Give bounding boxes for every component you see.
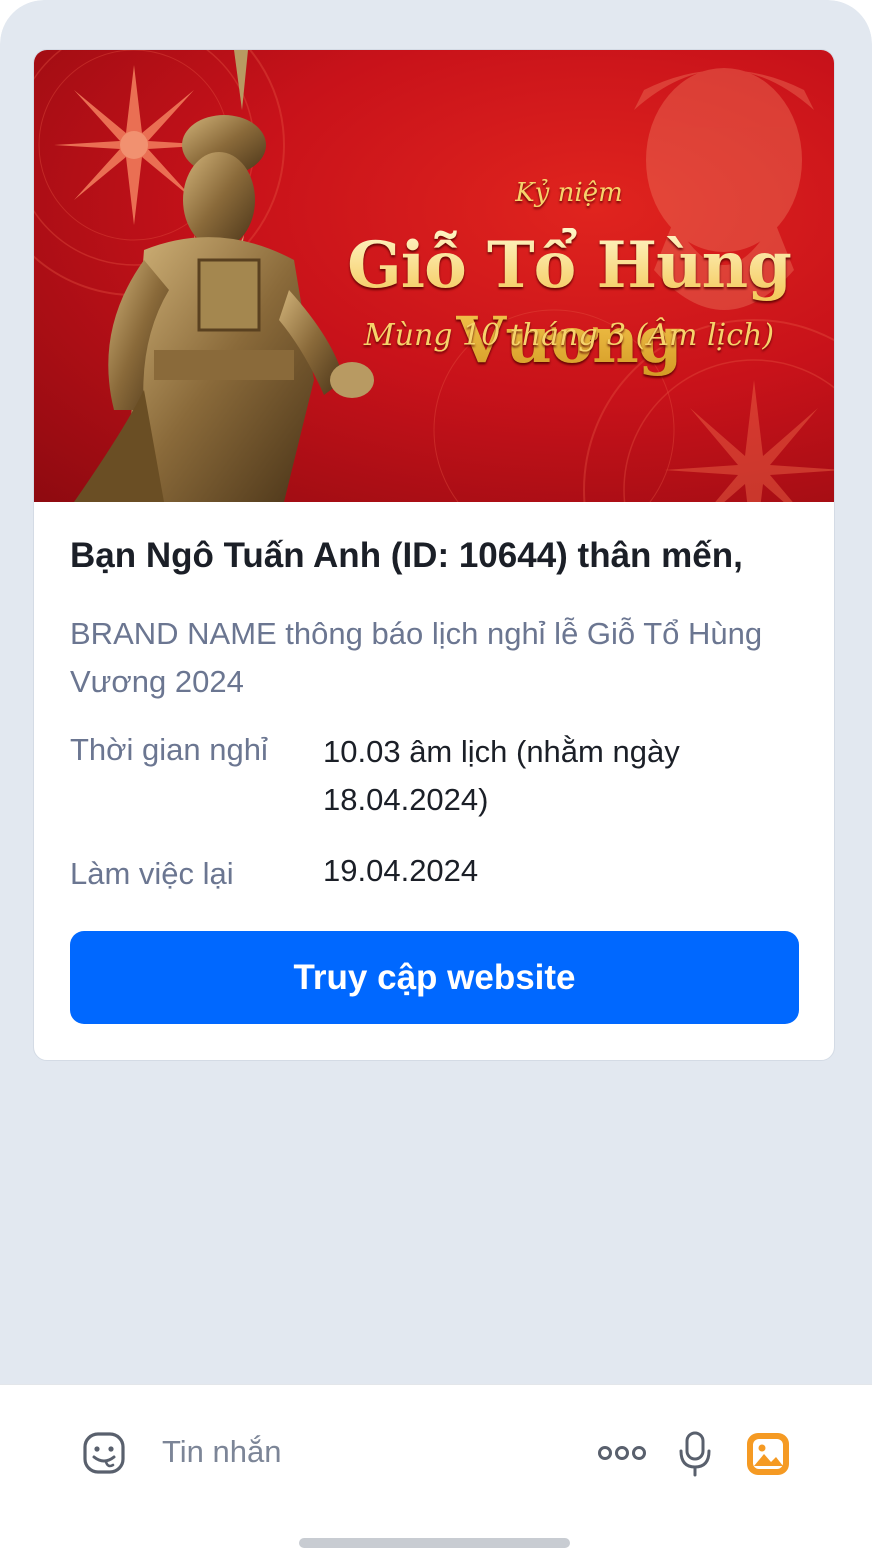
intro-text: BRAND NAME thông báo lịch nghỉ lễ Giỗ Tổ… (70, 616, 763, 699)
banner-date: Mùng 10 tháng 3 (Âm lịch) (363, 318, 775, 353)
greeting-text: Bạn Ngô Tuấn Anh (ID: 10644) thân mến, (70, 536, 743, 575)
sticker-icon[interactable] (82, 1431, 126, 1480)
chat-area[interactable]: Kỷ niệm Giỗ Tổ Hùng Vương Mùng 10 tháng … (0, 0, 872, 1384)
home-indicator (299, 1538, 570, 1548)
banner-title: Giỗ Tổ Hùng Vương (304, 228, 834, 378)
microphone-icon[interactable] (678, 1431, 712, 1482)
more-icon[interactable] (597, 1443, 647, 1468)
resume-work-label: Làm việc lại (70, 856, 234, 891)
visit-website-button[interactable]: Truy cập website (70, 931, 799, 1024)
banner-subtitle: Kỷ niệm (515, 178, 623, 208)
message-composer: Tin nhắn (0, 1384, 872, 1564)
image-icon[interactable] (746, 1432, 790, 1481)
message-input[interactable]: Tin nhắn (162, 1434, 282, 1470)
phone-screen: Kỷ niệm Giỗ Tổ Hùng Vương Mùng 10 tháng … (0, 0, 872, 1564)
rest-time-value: 10.03 âm lịch (nhằm ngày 18.04.2024) (323, 734, 680, 817)
message-card: Kỷ niệm Giỗ Tổ Hùng Vương Mùng 10 tháng … (33, 49, 835, 1061)
holiday-banner: Kỷ niệm Giỗ Tổ Hùng Vương Mùng 10 tháng … (34, 50, 834, 502)
rest-time-label: Thời gian nghỉ (70, 732, 268, 767)
resume-work-value: 19.04.2024 (323, 853, 479, 888)
